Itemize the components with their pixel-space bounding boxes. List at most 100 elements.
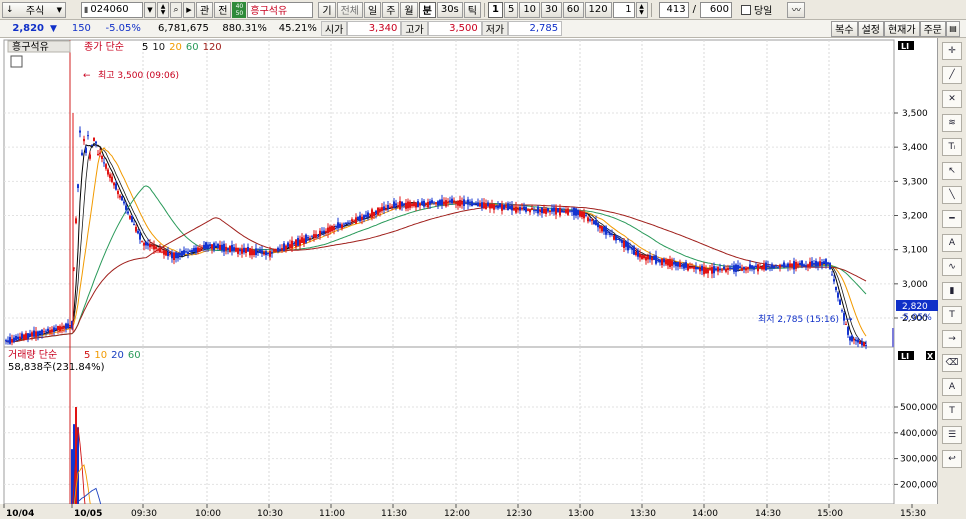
t-box-tool[interactable]: T [942, 402, 962, 420]
candle-body [225, 246, 227, 251]
candle-body [505, 206, 507, 208]
fib-tool[interactable]: ≋ [942, 114, 962, 132]
candle-body [213, 243, 215, 251]
candle-body [287, 242, 289, 247]
text-tool[interactable]: Tᵢ [942, 138, 962, 156]
interval-5[interactable]: 5 [503, 1, 519, 18]
candle-body [181, 250, 183, 257]
candle-body [687, 264, 689, 271]
market-type-select[interactable]: ↓ 주식 ▼ [2, 1, 66, 18]
draw-line-tool[interactable]: ╱ [942, 66, 962, 84]
candle-body [707, 269, 709, 274]
period-tick[interactable]: 틱 [463, 1, 481, 18]
interval-30[interactable]: 30 [541, 1, 562, 18]
candle-body [271, 251, 273, 254]
period-30s[interactable]: 30s [436, 1, 463, 18]
volume-tick-label: 300,000 [900, 455, 937, 465]
candle-body [531, 208, 533, 210]
candle-body [849, 336, 851, 341]
candle-body [277, 247, 279, 252]
order-button[interactable]: 주문 [919, 20, 946, 37]
count-total-input[interactable]: 600 [699, 1, 732, 18]
next-button[interactable]: ▶ [183, 1, 195, 18]
t-box-icon: T [949, 406, 955, 416]
candle-body [747, 267, 749, 269]
search-icon: ▮ [84, 5, 89, 14]
candle-body [735, 264, 737, 272]
candle-body [465, 202, 467, 204]
code-input[interactable]: ▮ 024060 [81, 1, 143, 18]
horizontal-line-tool[interactable]: ━ [942, 210, 962, 228]
code-stepper[interactable]: ▲ ▼ [157, 1, 169, 18]
chart-type-button[interactable]: 〰 [787, 1, 806, 18]
trend-line-tool[interactable]: ╲ [942, 186, 962, 204]
interval-120[interactable]: 120 [584, 1, 612, 18]
time-tick-label: 11:30 [381, 509, 407, 519]
code-search-button[interactable]: ⌕ [170, 1, 182, 18]
candle-body [259, 249, 261, 253]
candle-body [67, 323, 69, 329]
interval-input[interactable]: 1 [612, 1, 635, 18]
auto-line-tool[interactable]: A [942, 234, 962, 252]
settings-button[interactable]: 설정 [857, 20, 884, 37]
cross-tool[interactable]: ✛ [942, 42, 962, 60]
arrow-tool[interactable]: → [942, 330, 962, 348]
period-month[interactable]: 월 [400, 1, 418, 18]
period-minute[interactable]: 분 [418, 1, 436, 18]
candle-body [483, 202, 485, 209]
candle-body [327, 227, 329, 234]
trend-line-icon: ╲ [949, 190, 955, 200]
code-dropdown-button[interactable]: ▼ [144, 1, 156, 18]
low-arrow-icon: → [845, 315, 853, 325]
candle-tool[interactable]: ▮ [942, 282, 962, 300]
candle-body [475, 203, 477, 205]
interval-1[interactable]: 1 [487, 1, 503, 18]
candle-body [37, 331, 39, 337]
chart-area[interactable]: 흥구석유 종가 단순 5 10 20 60 120 ← 최고 3,500 (09:06)… [0, 38, 938, 519]
all-tool[interactable]: A [942, 378, 962, 396]
all-stock-button[interactable]: 전 [214, 1, 232, 18]
candle-body [389, 206, 391, 208]
interval-10[interactable]: 10 [519, 1, 541, 18]
cursor-tool[interactable]: ↖ [942, 162, 962, 180]
candle-body [411, 204, 413, 207]
undo-tool[interactable]: ↩ [942, 450, 962, 468]
count-input[interactable]: 413 [658, 1, 689, 18]
candle-body [209, 244, 211, 247]
erase-tool[interactable]: ⌫ [942, 354, 962, 372]
panel-toggle-button[interactable]: ▤ [946, 20, 960, 37]
candle-body [11, 339, 13, 343]
today-checkbox[interactable]: 당일 [740, 2, 772, 17]
list-tool[interactable]: ☰ [942, 426, 962, 444]
legend-period-20: 20 [169, 42, 182, 53]
multi-chart-button[interactable]: 복수 [831, 20, 858, 37]
candle-body [21, 333, 23, 339]
candle-body [113, 182, 115, 186]
candle-body [357, 216, 359, 220]
candle-body [23, 334, 25, 339]
candle-body [85, 147, 87, 153]
interest-button[interactable]: 관 [196, 1, 214, 18]
interval-60[interactable]: 60 [562, 1, 584, 18]
current-price-button[interactable]: 현재가 [883, 20, 920, 37]
all-view-button[interactable]: 전체 [336, 1, 364, 18]
period-day[interactable]: 일 [364, 1, 382, 18]
candle-body [169, 253, 171, 255]
legend-period-10: 10 [94, 350, 107, 361]
panel-checkbox[interactable] [10, 55, 23, 68]
candle-body [69, 324, 71, 327]
candle-body [497, 205, 499, 209]
t-text-icon: T [949, 310, 955, 320]
basic-info-button[interactable]: 기 [318, 1, 336, 18]
candle-body [63, 327, 65, 329]
candle-body [279, 248, 281, 250]
volume-li-text: LI [901, 352, 909, 361]
candle-body [399, 201, 401, 210]
candle-body [627, 242, 629, 251]
chart-svg[interactable]: 흥구석유 종가 단순 5 10 20 60 120 ← 최고 3,500 (09:06)… [0, 38, 938, 519]
x-mark-tool[interactable]: ✕ [942, 90, 962, 108]
period-week[interactable]: 주 [382, 1, 400, 18]
interval-stepper[interactable]: ▲ ▼ [635, 1, 648, 18]
t-text-tool[interactable]: T [942, 306, 962, 324]
wave-tool[interactable]: ∿ [942, 258, 962, 276]
